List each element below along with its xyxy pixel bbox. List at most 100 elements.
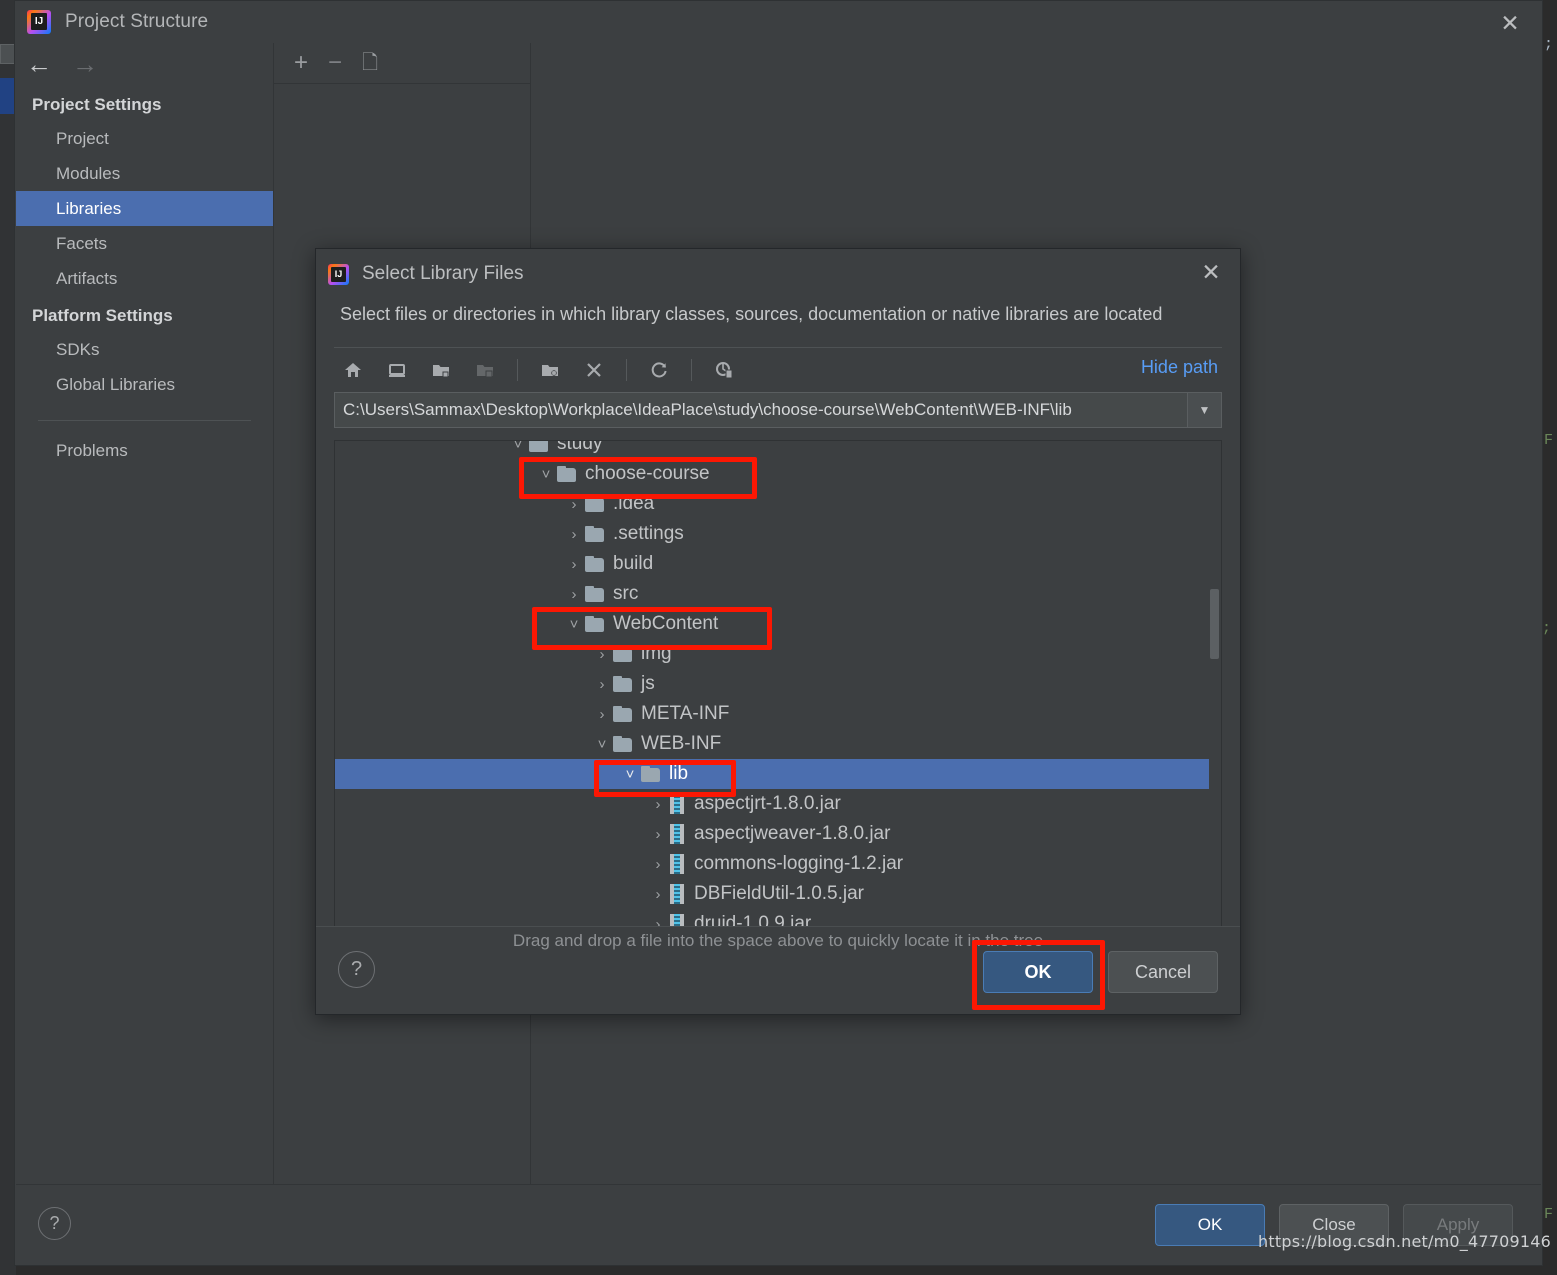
sidebar-item-modules[interactable]: Modules bbox=[16, 156, 273, 191]
sidebar-item-label: Artifacts bbox=[56, 269, 117, 289]
chevron-right-icon[interactable]: › bbox=[647, 826, 669, 843]
desktop-icon[interactable] bbox=[382, 355, 412, 385]
sidebar-divider bbox=[38, 420, 251, 421]
tree-row[interactable]: › img bbox=[335, 639, 1221, 669]
tree-row[interactable]: › aspectjrt-1.8.0.jar bbox=[335, 789, 1221, 819]
tree-row[interactable]: › META-INF bbox=[335, 699, 1221, 729]
tree-row[interactable]: › druid-1.0.9.jar bbox=[335, 909, 1221, 927]
tree-row[interactable]: › aspectjweaver-1.8.0.jar bbox=[335, 819, 1221, 849]
chevron-down-icon[interactable]: ˅ bbox=[563, 616, 585, 633]
page-title: Project Structure bbox=[65, 11, 208, 33]
tree-item-label: druid-1.0.9.jar bbox=[694, 913, 811, 927]
chevron-right-icon[interactable]: › bbox=[647, 796, 669, 813]
toolbar-divider bbox=[626, 359, 627, 381]
close-icon[interactable]: ✕ bbox=[1492, 8, 1528, 38]
jar-file-icon bbox=[669, 884, 685, 904]
show-hidden-files-icon[interactable] bbox=[709, 355, 739, 385]
path-input[interactable]: C:\Users\Sammax\Desktop\Workplace\IdeaPl… bbox=[335, 393, 1187, 427]
chevron-right-icon[interactable]: › bbox=[591, 676, 613, 693]
sidebar-item-label: Problems bbox=[56, 441, 128, 461]
arrow-right-icon[interactable]: → bbox=[72, 51, 98, 77]
tree-item-label: build bbox=[613, 553, 653, 575]
new-folder-icon[interactable] bbox=[535, 355, 565, 385]
home-icon[interactable] bbox=[338, 355, 368, 385]
tree-scrollbar[interactable] bbox=[1209, 441, 1221, 926]
project-directory-icon[interactable] bbox=[426, 355, 456, 385]
copy-icon[interactable]: 🗋 bbox=[362, 53, 378, 73]
sidebar-item-problems[interactable]: Problems bbox=[16, 433, 273, 468]
tree-row[interactable]: ˅ study bbox=[335, 440, 1221, 459]
sidebar-item-libraries[interactable]: Libraries bbox=[16, 191, 273, 226]
sidebar-item-label: Modules bbox=[56, 164, 120, 184]
help-icon[interactable]: ? bbox=[38, 1207, 71, 1240]
chevron-down-icon[interactable]: ˅ bbox=[535, 466, 557, 483]
background-edge-snippet-3: F bbox=[1544, 1206, 1553, 1223]
chevron-right-icon[interactable]: › bbox=[647, 856, 669, 873]
sidebar-item-project[interactable]: Project bbox=[16, 121, 273, 156]
chevron-right-icon[interactable]: › bbox=[591, 646, 613, 663]
close-icon[interactable]: ✕ bbox=[1194, 257, 1228, 287]
plus-icon[interactable]: + bbox=[294, 51, 308, 75]
tree-scrollbar-thumb[interactable] bbox=[1210, 589, 1219, 659]
tree-row[interactable]: › js bbox=[335, 669, 1221, 699]
file-chooser-toolbar: Hide path bbox=[316, 348, 1240, 392]
tree-row[interactable]: › DBFieldUtil-1.0.5.jar bbox=[335, 879, 1221, 909]
chevron-down-icon[interactable]: ˅ bbox=[591, 736, 613, 753]
sidebar-item-facets[interactable]: Facets bbox=[16, 226, 273, 261]
chevron-down-icon[interactable]: ˅ bbox=[507, 440, 529, 453]
help-icon[interactable]: ? bbox=[338, 951, 375, 988]
chevron-right-icon[interactable]: › bbox=[563, 526, 585, 543]
watermark-url: https://blog.csdn.net/m0_47709146 bbox=[1258, 1232, 1551, 1251]
dialog-footer: ? OK Cancel bbox=[316, 926, 1240, 1014]
chevron-down-icon[interactable]: ▼ bbox=[1187, 393, 1221, 427]
refresh-icon[interactable] bbox=[644, 355, 674, 385]
tree-row[interactable]: › build bbox=[335, 549, 1221, 579]
chevron-right-icon[interactable]: › bbox=[647, 886, 669, 903]
sidebar-item-label: Project bbox=[56, 129, 109, 149]
jar-file-icon bbox=[669, 794, 685, 814]
dialog-ok-button[interactable]: OK bbox=[983, 951, 1093, 993]
hide-path-link[interactable]: Hide path bbox=[1141, 357, 1218, 378]
tree-row[interactable]: ˅ choose-course bbox=[335, 459, 1221, 489]
tree-item-label: src bbox=[613, 583, 638, 605]
settings-sidebar: ← → Project Settings Project Modules Lib… bbox=[16, 43, 274, 1185]
toolbar-divider bbox=[517, 359, 518, 381]
sidebar-item-global-libraries[interactable]: Global Libraries bbox=[16, 367, 273, 402]
minus-icon[interactable]: − bbox=[328, 51, 342, 75]
select-library-files-dialog: Select Library Files ✕ Select files or d… bbox=[315, 248, 1241, 1015]
path-field[interactable]: C:\Users\Sammax\Desktop\Workplace\IdeaPl… bbox=[334, 392, 1222, 428]
tree-row[interactable]: ˅ WEB-INF bbox=[335, 729, 1221, 759]
libraries-toolbar: + − 🗋 bbox=[274, 43, 531, 84]
chevron-right-icon[interactable]: › bbox=[563, 496, 585, 513]
tree-row[interactable]: › .settings bbox=[335, 519, 1221, 549]
arrow-left-icon[interactable]: ← bbox=[26, 51, 52, 77]
tree-row[interactable]: › commons-logging-1.2.jar bbox=[335, 849, 1221, 879]
tree-item-label: commons-logging-1.2.jar bbox=[694, 853, 903, 875]
tree-row[interactable]: › .idea bbox=[335, 489, 1221, 519]
ok-button[interactable]: OK bbox=[1155, 1204, 1265, 1246]
chevron-right-icon[interactable]: › bbox=[563, 586, 585, 603]
tree-row[interactable]: › src bbox=[335, 579, 1221, 609]
dialog-cancel-button[interactable]: Cancel bbox=[1108, 951, 1218, 993]
tree-row[interactable]: ˅ WebContent bbox=[335, 609, 1221, 639]
dialog-description: Select files or directories in which lib… bbox=[316, 299, 1240, 325]
chevron-down-icon[interactable]: ˅ bbox=[619, 766, 641, 783]
sidebar-item-label: Global Libraries bbox=[56, 375, 175, 395]
tree-row-lib[interactable]: ˅ lib bbox=[335, 759, 1221, 789]
folder-icon bbox=[585, 526, 605, 542]
tree-item-label: study bbox=[557, 440, 602, 455]
tree-item-label: aspectjrt-1.8.0.jar bbox=[694, 793, 841, 815]
sidebar-item-artifacts[interactable]: Artifacts bbox=[16, 261, 273, 296]
file-tree[interactable]: ˅ study ˅ choose-course › .idea › .s bbox=[334, 440, 1222, 927]
dialog-titlebar: Select Library Files ✕ bbox=[316, 249, 1240, 299]
sidebar-group-project-settings: Project Settings bbox=[16, 85, 273, 121]
chevron-right-icon[interactable]: › bbox=[591, 706, 613, 723]
folder-icon bbox=[585, 556, 605, 572]
tree-item-label: META-INF bbox=[641, 703, 729, 725]
project-structure-footer: ? OK Close Apply bbox=[16, 1184, 1541, 1264]
tree-item-label: img bbox=[641, 643, 672, 665]
delete-icon[interactable] bbox=[579, 355, 609, 385]
folder-icon bbox=[613, 646, 633, 662]
chevron-right-icon[interactable]: › bbox=[563, 556, 585, 573]
sidebar-item-sdks[interactable]: SDKs bbox=[16, 332, 273, 367]
